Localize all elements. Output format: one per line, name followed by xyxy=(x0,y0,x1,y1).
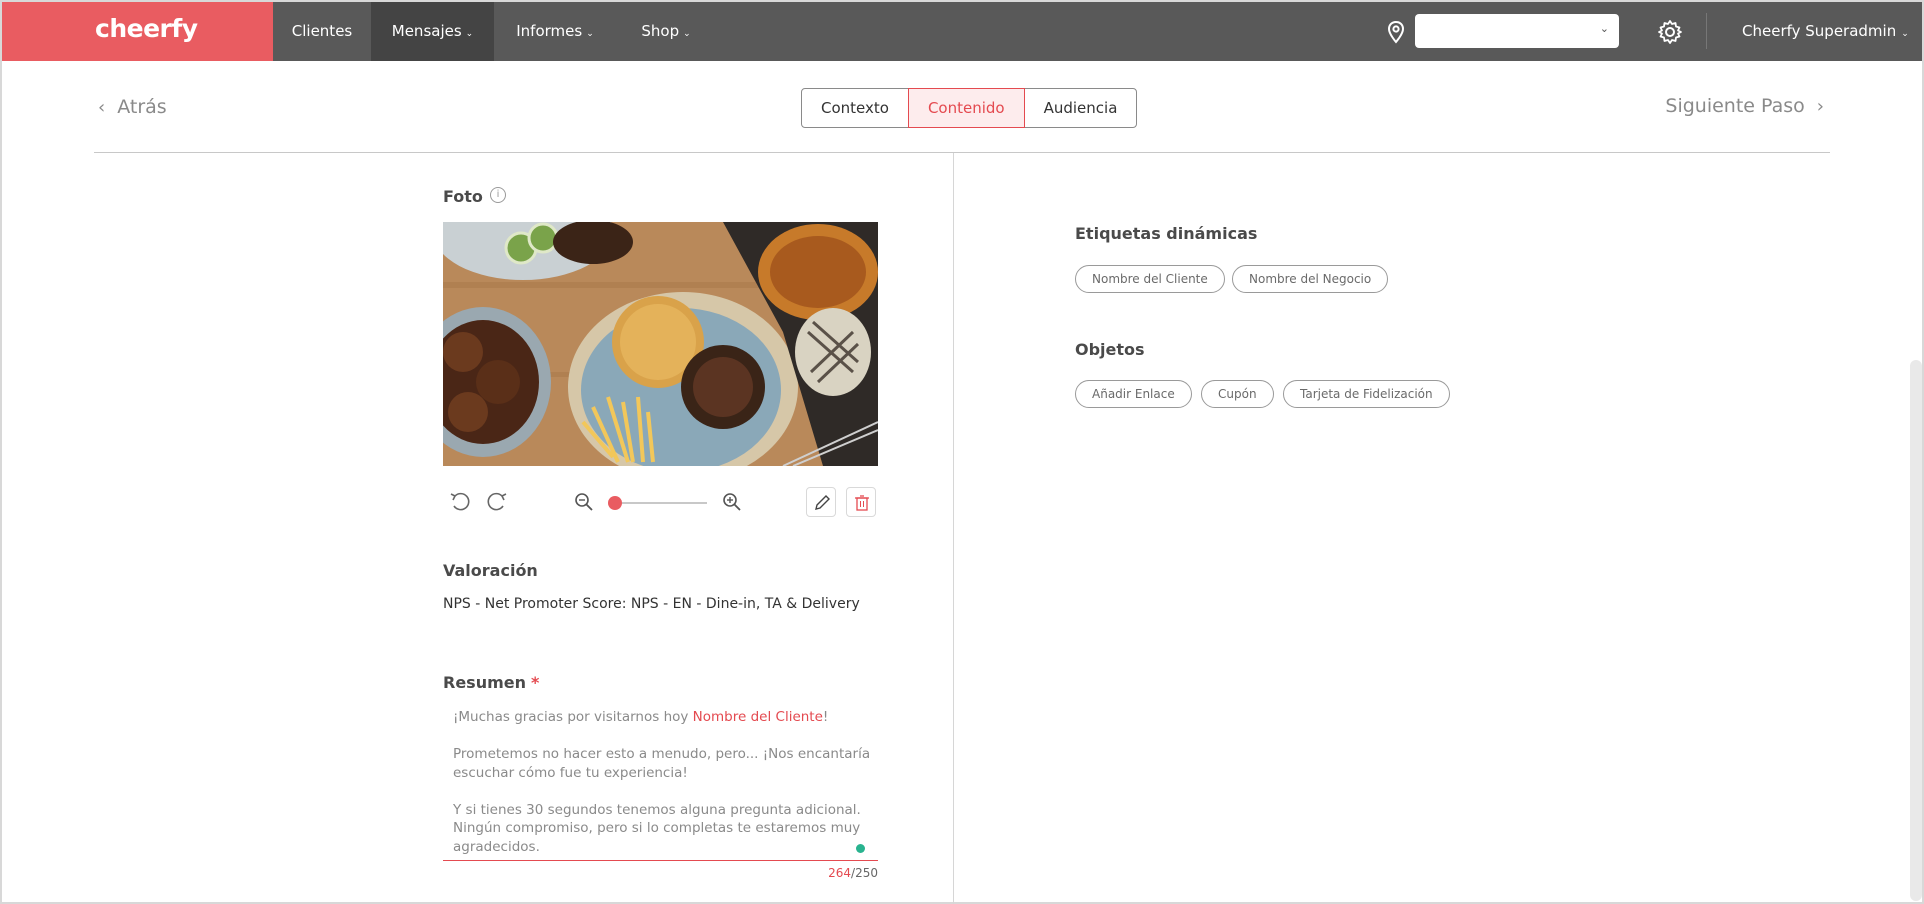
char-counter: 264/250 xyxy=(828,866,878,880)
column-divider xyxy=(953,153,954,904)
brand-logo[interactable]: cheerfy xyxy=(2,2,273,61)
location-select[interactable]: ⌄ xyxy=(1415,14,1619,48)
scrollbar[interactable] xyxy=(1910,360,1922,901)
summary-paragraph-3: Y si tienes 30 segundos tenemos alguna p… xyxy=(453,801,861,855)
user-name: Cheerfy Superadmin xyxy=(1742,22,1897,40)
info-icon[interactable]: i xyxy=(490,187,506,203)
gear-icon[interactable] xyxy=(1657,19,1683,45)
summary-paragraph-2: Prometemos no hacer esto a menudo, pero.… xyxy=(453,746,871,781)
zoom-in-icon[interactable] xyxy=(714,484,750,520)
header-divider xyxy=(94,152,1830,153)
rotate-left-icon[interactable] xyxy=(443,484,479,520)
summary-line1-suffix: ! xyxy=(822,709,829,725)
summary-dynamic-tag: Nombre del Cliente xyxy=(692,709,823,725)
next-step-button[interactable]: Siguiente Paso › xyxy=(1665,95,1824,117)
nav-label: Shop xyxy=(641,22,680,40)
chevron-right-icon: › xyxy=(1816,96,1824,117)
objects-title: Objetos xyxy=(1075,340,1145,359)
photo-toolbar xyxy=(443,484,878,520)
char-count: 264 xyxy=(828,866,852,880)
chevron-down-icon: ⌄ xyxy=(1901,29,1909,39)
zoom-slider-track[interactable] xyxy=(615,502,707,504)
summary-textarea[interactable]: ¡Muchas gracias por visitarnos hoy Nombr… xyxy=(453,708,873,875)
pencil-icon xyxy=(815,495,830,510)
edit-button[interactable] xyxy=(806,487,836,517)
back-label: Atrás xyxy=(117,96,167,118)
rotate-right-icon[interactable] xyxy=(478,484,514,520)
summary-line1-prefix: ¡Muchas gracias por visitarnos hoy xyxy=(453,709,693,725)
object-add-link[interactable]: Añadir Enlace xyxy=(1075,380,1192,408)
delete-button[interactable] xyxy=(846,487,876,517)
zoom-out-icon[interactable] xyxy=(566,484,602,520)
tab-contexto[interactable]: Contexto xyxy=(801,88,909,128)
food-photo xyxy=(443,222,878,466)
tab-audiencia[interactable]: Audiencia xyxy=(1023,88,1138,128)
user-menu[interactable]: Cheerfy Superadmin ⌄ xyxy=(1742,2,1909,61)
rating-label: Valoración xyxy=(443,561,538,580)
nav-item-informes[interactable]: Informes ⌄ xyxy=(494,2,616,61)
photo-label: Foto xyxy=(443,187,483,206)
summary-label-text: Resumen xyxy=(443,673,526,692)
dynamic-tags-title: Etiquetas dinámicas xyxy=(1075,224,1258,243)
next-label: Siguiente Paso xyxy=(1665,95,1805,117)
required-mark: * xyxy=(531,673,540,692)
app-frame xyxy=(0,0,1924,904)
back-button[interactable]: ‹ Atrás xyxy=(98,96,167,118)
chevron-down-icon: ⌄ xyxy=(683,29,691,39)
rating-value: NPS - Net Promoter Score: NPS - EN - Din… xyxy=(443,596,860,612)
object-loyalty-card[interactable]: Tarjeta de Fidelización xyxy=(1283,380,1450,408)
tag-nombre-cliente[interactable]: Nombre del Cliente xyxy=(1075,265,1225,293)
step-tabs: Contexto Contenido Audiencia xyxy=(801,88,1138,128)
nav-item-shop[interactable]: Shop ⌄ xyxy=(616,2,716,61)
tab-contenido[interactable]: Contenido xyxy=(907,88,1025,128)
status-dot xyxy=(856,844,865,853)
nav-item-clientes[interactable]: Clientes xyxy=(273,2,371,61)
chevron-left-icon: ‹ xyxy=(98,97,106,118)
summary-underline xyxy=(443,860,878,861)
location-pin-icon[interactable] xyxy=(1385,20,1407,44)
nav-label: Informes xyxy=(516,22,583,40)
chevron-down-icon: ⌄ xyxy=(465,29,474,39)
nav-item-mensajes[interactable]: Mensajes ⌄ xyxy=(371,2,494,61)
chevron-down-icon: ⌄ xyxy=(586,29,594,39)
tag-nombre-negocio[interactable]: Nombre del Negocio xyxy=(1232,265,1389,293)
nav-label: Clientes xyxy=(291,22,353,40)
trash-icon xyxy=(855,495,869,511)
object-coupon[interactable]: Cupón xyxy=(1201,380,1274,408)
chevron-down-icon: ⌄ xyxy=(1599,22,1609,35)
zoom-slider-handle[interactable] xyxy=(608,496,622,510)
char-max: /250 xyxy=(851,866,878,880)
top-navbar: cheerfy Clientes Mensajes ⌄ Informes ⌄ Sho… xyxy=(2,2,1922,61)
summary-label: Resumen * xyxy=(443,673,539,692)
brand-name: cheerfy xyxy=(95,14,198,43)
nav-label: Mensajes xyxy=(391,22,462,40)
nav-divider xyxy=(1706,13,1707,49)
